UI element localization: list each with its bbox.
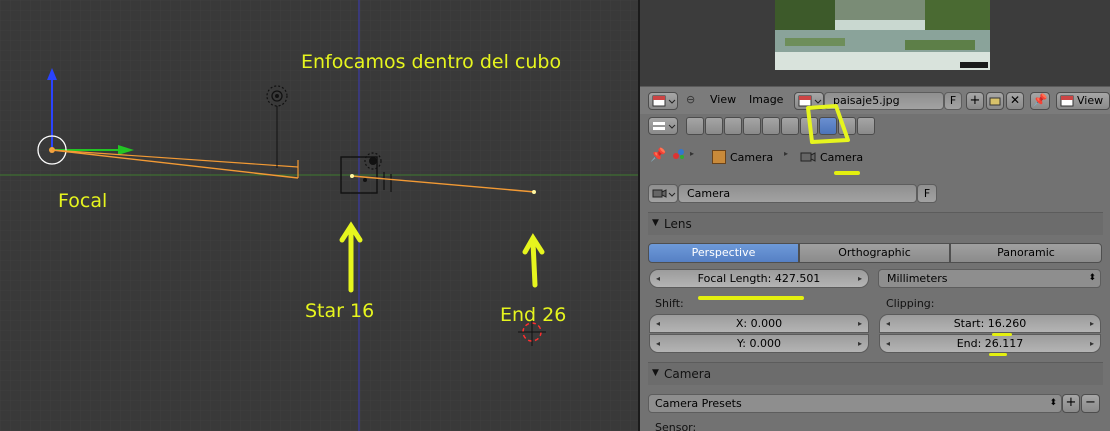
object-tab-icon[interactable] — [762, 117, 780, 135]
increment-arrow-icon[interactable]: ▸ — [858, 315, 862, 332]
panoramic-button[interactable]: Panoramic — [950, 243, 1102, 263]
shift-label: Shift: — [655, 297, 684, 310]
shift-x-value: X: 0.000 — [735, 317, 783, 330]
image-editor-icon — [652, 95, 676, 107]
properties-editor-type-button[interactable] — [648, 117, 678, 135]
decrement-arrow-icon[interactable]: ◂ — [656, 270, 660, 287]
annotation-end: End 26 — [500, 304, 567, 326]
clip-start-field[interactable]: ◂ Start: 16.260 ▸ — [879, 314, 1101, 333]
image-editor-header: ⊖ View Image paisaje5.jpg F + ✕ 📌 View — [640, 86, 1110, 116]
shift-x-field[interactable]: ◂ X: 0.000 ▸ — [649, 314, 869, 333]
properties-icon — [653, 122, 676, 130]
scene-tab-icon[interactable] — [724, 117, 742, 135]
shift-y-field[interactable]: ◂ Y: 0.000 ▸ — [649, 334, 869, 353]
decrement-arrow-icon[interactable]: ◂ — [886, 335, 890, 352]
decrement-arrow-icon[interactable]: ◂ — [656, 315, 660, 332]
annotation-start: Star 16 — [305, 300, 375, 322]
annotation-underline — [834, 171, 860, 175]
fake-user-button[interactable]: F — [944, 92, 962, 110]
close-icon[interactable]: ✕ — [1006, 92, 1024, 110]
increment-arrow-icon[interactable]: ▸ — [1090, 335, 1094, 352]
increment-arrow-icon[interactable]: ▸ — [858, 270, 862, 287]
annotation-title: Enfocamos dentro del cubo — [301, 51, 562, 73]
dropdown-arrows-icon: ⬍ — [1049, 398, 1057, 408]
properties-panel: ⊖ View Image paisaje5.jpg F + ✕ 📌 View 📌… — [640, 0, 1110, 431]
camera-presets-dropdown[interactable]: Camera Presets ⬍ — [648, 394, 1062, 413]
orthographic-button[interactable]: Orthographic — [799, 243, 950, 263]
camera-fake-user-button[interactable]: F — [917, 184, 937, 203]
annotation-underline — [992, 333, 1012, 336]
breadcrumb-object: Camera — [730, 151, 774, 164]
image-preview — [775, 0, 990, 70]
clipping-label: Clipping: — [886, 297, 935, 310]
pin-icon[interactable]: 📌 — [650, 148, 666, 163]
focal-length-field[interactable]: ◂ Focal Length: 427.501 ▸ — [649, 269, 869, 288]
collapse-menu-icon[interactable]: ⊖ — [686, 93, 695, 106]
plus-icon[interactable]: + — [966, 92, 984, 110]
collapse-triangle-icon: ▼ — [652, 218, 659, 228]
sensor-label: Sensor: — [655, 421, 697, 431]
render-tab-icon[interactable] — [686, 117, 704, 135]
chevron-right-icon: ▸ — [784, 149, 789, 158]
menu-view[interactable]: View — [710, 93, 736, 106]
image-icon — [1060, 95, 1074, 107]
camera-panel-title: Camera — [664, 367, 712, 381]
shift-y-value: Y: 0.000 — [737, 337, 781, 350]
add-preset-plus-icon[interactable]: + — [1062, 394, 1080, 413]
increment-arrow-icon[interactable]: ▸ — [1090, 315, 1094, 332]
chevron-right-icon: ▸ — [690, 149, 695, 158]
view-button[interactable]: View — [1056, 92, 1110, 110]
collapse-triangle-icon: ▼ — [652, 368, 659, 378]
breadcrumb: 📌 ▸ Camera ▸ Camera — [640, 144, 1110, 170]
focal-length-value: Focal Length: 427.501 — [697, 272, 821, 285]
camera-datablock-browse[interactable] — [648, 184, 678, 203]
breadcrumb-data: Camera — [820, 151, 864, 164]
lens-unit-value: Millimeters — [887, 272, 948, 285]
camera-datablock-name[interactable]: Camera — [678, 184, 917, 203]
clip-end-field[interactable]: ◂ End: 26.117 ▸ — [879, 334, 1101, 353]
camera-panel-header[interactable]: ▼ Camera — [648, 362, 1103, 385]
cube-icon — [712, 150, 726, 164]
dropdown-arrows-icon: ⬍ — [1088, 273, 1096, 283]
decrement-arrow-icon[interactable]: ◂ — [886, 315, 890, 332]
clip-end-value: End: 26.117 — [956, 337, 1024, 350]
increment-arrow-icon[interactable]: ▸ — [858, 335, 862, 352]
clip-start-value: Start: 16.260 — [953, 317, 1027, 330]
menu-image[interactable]: Image — [749, 93, 783, 106]
annotation-focal: Focal — [58, 190, 108, 212]
decrement-arrow-icon[interactable]: ◂ — [656, 335, 660, 352]
lens-panel-title: Lens — [664, 217, 692, 231]
remove-preset-minus-icon[interactable]: − — [1081, 394, 1100, 413]
constraints-tab-icon[interactable] — [781, 117, 799, 135]
open-folder-icon[interactable] — [986, 92, 1004, 110]
pin-icon[interactable]: 📌 — [1030, 92, 1050, 110]
annotation-underline — [698, 296, 804, 300]
scene-icon — [672, 147, 686, 161]
camera-presets-label: Camera Presets — [655, 397, 742, 410]
properties-tabs — [640, 104, 1110, 144]
camera-icon — [800, 149, 816, 163]
image-editor[interactable] — [640, 0, 1110, 86]
annotation-highlight — [806, 104, 850, 144]
3d-viewport[interactable]: Enfocamos dentro del cubo Focal Star 16 … — [0, 0, 638, 431]
lens-panel-header[interactable]: ▼ Lens — [648, 212, 1103, 235]
annotation-underline — [989, 353, 1007, 356]
lens-unit-dropdown[interactable]: Millimeters ⬍ — [878, 269, 1101, 288]
perspective-button[interactable]: Perspective — [648, 243, 799, 263]
world-tab-icon[interactable] — [743, 117, 761, 135]
render-layers-tab-icon[interactable] — [705, 117, 723, 135]
editor-type-button[interactable] — [648, 92, 678, 110]
view-button-label: View — [1077, 94, 1104, 107]
